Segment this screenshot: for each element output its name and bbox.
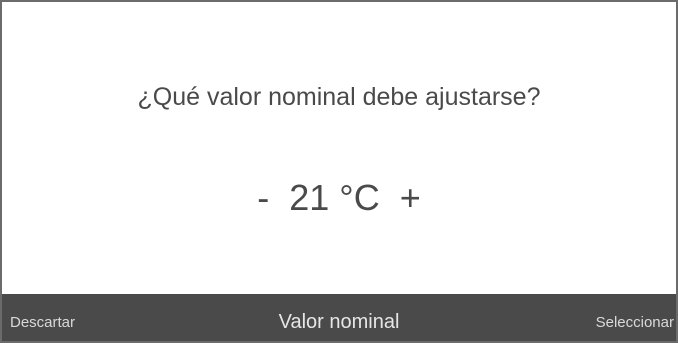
question-text: ¿Qué valor nominal debe ajustarse? bbox=[137, 83, 541, 111]
increment-button[interactable]: + bbox=[398, 176, 423, 220]
softkey-bar: Descartar Valor nominal Seleccionar bbox=[2, 294, 676, 341]
select-button[interactable]: Seleccionar bbox=[596, 314, 674, 332]
decrement-button[interactable]: - bbox=[255, 176, 271, 220]
setpoint-stepper: - 21 °C + bbox=[2, 176, 676, 220]
footer-title: Valor nominal bbox=[278, 311, 400, 333]
setpoint-value: 21 °C bbox=[289, 177, 380, 218]
setpoint-screen: ¿Qué valor nominal debe ajustarse? - 21 … bbox=[0, 0, 678, 343]
